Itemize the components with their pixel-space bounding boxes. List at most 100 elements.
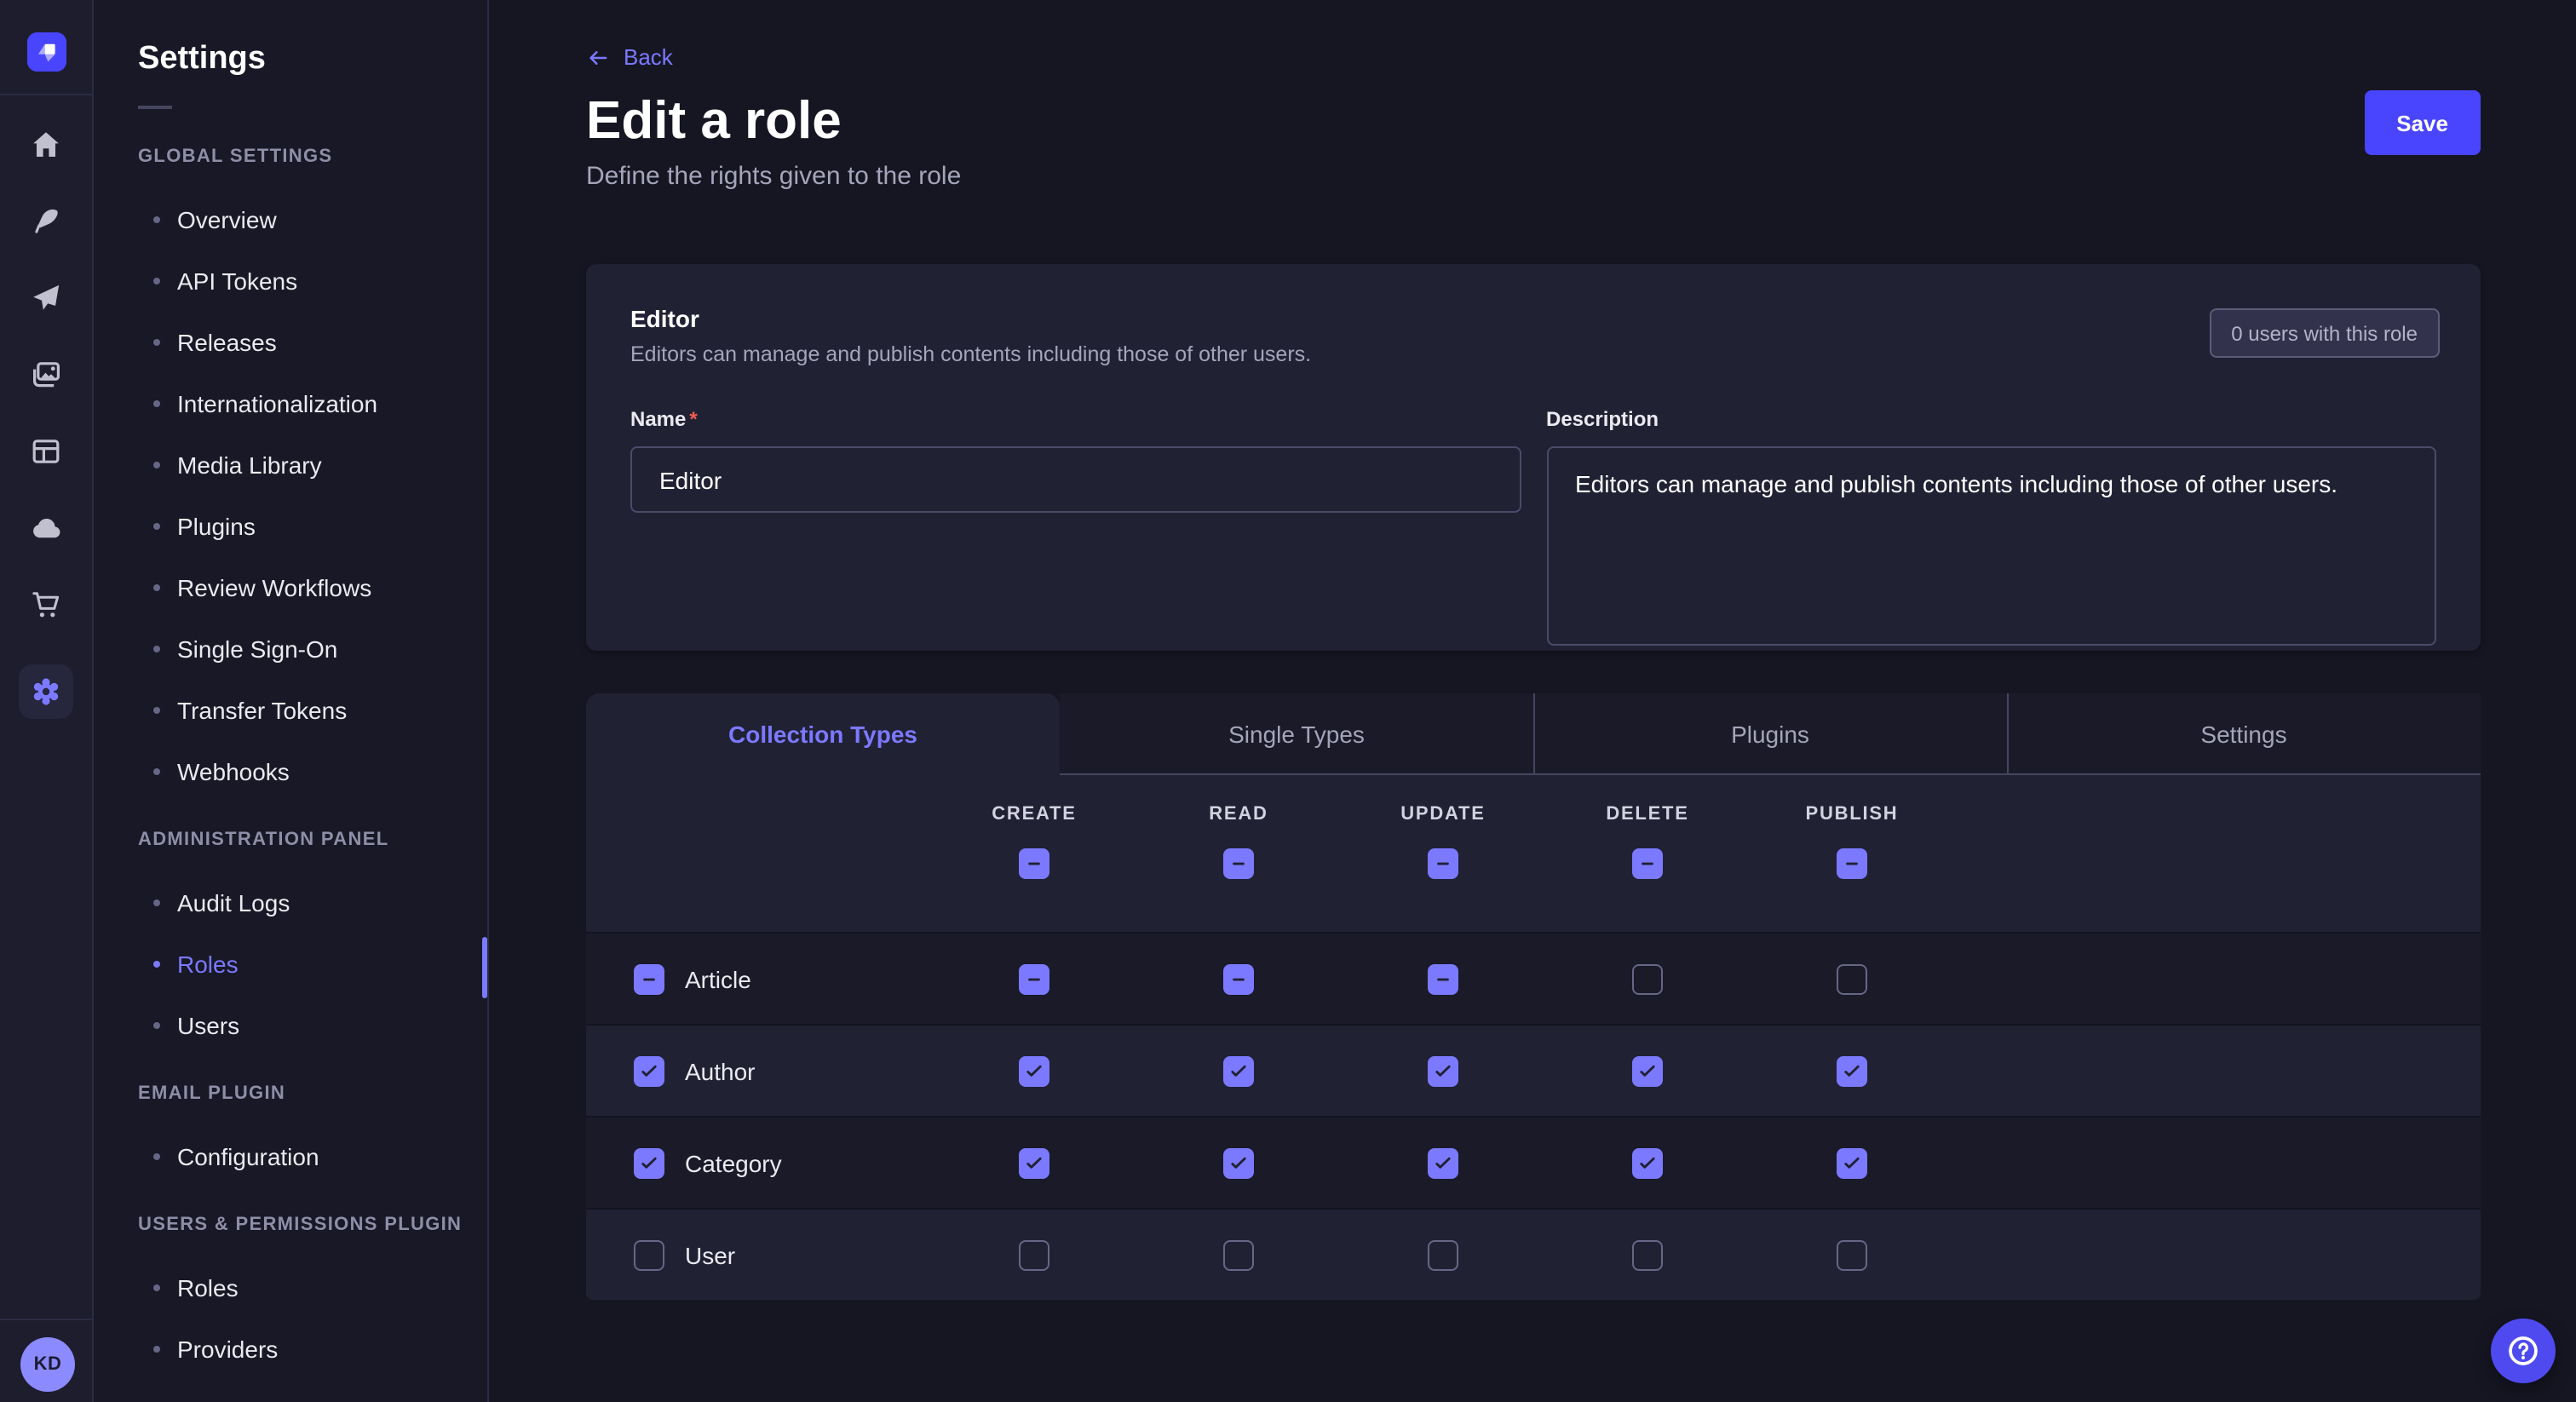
permission-cell — [1750, 1055, 1954, 1086]
sidebar-item-roles[interactable]: Roles — [94, 934, 487, 995]
checkbox-article-delete[interactable] — [1632, 963, 1663, 994]
sidebar-item-webhooks[interactable]: Webhooks — [94, 741, 487, 802]
name-input[interactable] — [630, 446, 1521, 513]
checkbox-row-article[interactable] — [634, 963, 664, 994]
nav-item-media-library[interactable] — [29, 358, 63, 392]
nav-item-gear[interactable] — [19, 664, 73, 719]
nav-section-label: ADMINISTRATION PANEL — [94, 830, 487, 852]
checkbox-user-publish[interactable] — [1837, 1239, 1867, 1270]
sidebar-item-plugins[interactable]: Plugins — [94, 496, 487, 557]
nav-item-feather[interactable] — [29, 204, 63, 238]
checkbox-category-create[interactable] — [1019, 1147, 1049, 1178]
nav-item-layout[interactable] — [29, 434, 63, 468]
tab-single-types[interactable]: Single Types — [1060, 693, 1533, 775]
sidebar-item-label: Overview — [177, 206, 277, 233]
help-button[interactable] — [2491, 1319, 2556, 1383]
sidebar-item-transfer-tokens[interactable]: Transfer Tokens — [94, 680, 487, 741]
sidebar-item-api-tokens[interactable]: API Tokens — [94, 250, 487, 312]
sidebar-item-media-library[interactable]: Media Library — [94, 434, 487, 496]
description-textarea[interactable]: Editors can manage and publish contents … — [1546, 446, 2436, 646]
bullet-icon — [153, 646, 160, 652]
sidebar-item-label: Providers — [177, 1336, 278, 1363]
paper-plane-icon — [29, 281, 63, 315]
checkbox-user-read[interactable] — [1223, 1239, 1254, 1270]
checkbox-author-update[interactable] — [1428, 1055, 1458, 1086]
checkbox-article-publish[interactable] — [1837, 963, 1867, 994]
avatar[interactable]: KD — [20, 1337, 75, 1392]
checkbox-user-delete[interactable] — [1632, 1239, 1663, 1270]
sidebar-item-single-sign-on[interactable]: Single Sign-On — [94, 618, 487, 680]
checkbox-author-read[interactable] — [1223, 1055, 1254, 1086]
description-label: Description — [1546, 407, 2436, 431]
sidebar-item-label: Media Library — [177, 451, 322, 479]
sidebar-item-label: Releases — [177, 329, 277, 356]
checkbox-category-delete[interactable] — [1632, 1147, 1663, 1178]
checkbox-all-publish[interactable] — [1837, 848, 1867, 879]
checkbox-category-publish[interactable] — [1837, 1147, 1867, 1178]
nav-item-paper-plane[interactable] — [29, 281, 63, 315]
checkbox-article-update[interactable] — [1428, 963, 1458, 994]
row-label: Category — [685, 1149, 782, 1176]
tab-collection-types[interactable]: Collection Types — [586, 693, 1060, 775]
row-header: Category — [586, 1147, 932, 1178]
nav-item-list: Configuration — [94, 1126, 487, 1187]
bullet-icon — [153, 899, 160, 906]
checkbox-article-read[interactable] — [1223, 963, 1254, 994]
bullet-icon — [153, 339, 160, 346]
checkbox-all-delete[interactable] — [1632, 848, 1663, 879]
strapi-logo[interactable] — [27, 32, 66, 72]
permission-cell — [1545, 1055, 1750, 1086]
permission-cell — [1341, 1147, 1545, 1178]
page-header: Edit a role Define the rights given to t… — [586, 90, 2481, 191]
sidebar-item-label: Webhooks — [177, 758, 290, 785]
sidebar-item-overview[interactable]: Overview — [94, 189, 487, 250]
permission-cell — [1750, 1239, 1954, 1270]
permission-cell — [932, 1055, 1136, 1086]
permission-cell — [932, 1239, 1136, 1270]
name-field-group: Name* — [630, 407, 1521, 646]
permission-column-update: UPDATE — [1341, 775, 1545, 932]
nav-section-global-settings: GLOBAL SETTINGSOverviewAPI TokensRelease… — [94, 147, 487, 802]
sidebar-item-providers[interactable]: Providers — [94, 1319, 487, 1380]
checkbox-all-read[interactable] — [1223, 848, 1254, 879]
checkbox-all-create[interactable] — [1019, 848, 1049, 879]
permission-column-delete: DELETE — [1545, 775, 1750, 932]
column-header-label: CREATE — [992, 804, 1076, 825]
tab-plugins[interactable]: Plugins — [1533, 693, 2007, 775]
checkbox-category-update[interactable] — [1428, 1147, 1458, 1178]
sidebar-item-configuration[interactable]: Configuration — [94, 1126, 487, 1187]
role-details-card: Editor Editors can manage and publish co… — [586, 264, 2481, 651]
users-with-role-button[interactable]: 0 users with this role — [2209, 308, 2440, 358]
nav-item-home[interactable] — [29, 128, 63, 162]
nav-item-cloud[interactable] — [29, 511, 63, 545]
cart-icon — [29, 588, 63, 622]
sidebar-item-internationalization[interactable]: Internationalization — [94, 373, 487, 434]
checkbox-author-create[interactable] — [1019, 1055, 1049, 1086]
checkbox-author-publish[interactable] — [1837, 1055, 1867, 1086]
checkbox-author-delete[interactable] — [1632, 1055, 1663, 1086]
checkbox-row-author[interactable] — [634, 1055, 664, 1086]
main-content: Back Edit a role Define the rights given… — [489, 0, 2576, 1402]
bullet-icon — [153, 216, 160, 223]
checkbox-row-user[interactable] — [634, 1239, 664, 1270]
sidebar-item-audit-logs[interactable]: Audit Logs — [94, 872, 487, 934]
nav-item-cart[interactable] — [29, 588, 63, 622]
checkbox-user-update[interactable] — [1428, 1239, 1458, 1270]
bullet-icon — [153, 707, 160, 714]
back-link[interactable]: Back — [586, 44, 673, 70]
sidebar-item-roles[interactable]: Roles — [94, 1257, 487, 1319]
save-button[interactable]: Save — [2364, 90, 2481, 155]
layout-icon — [29, 434, 63, 468]
checkbox-category-read[interactable] — [1223, 1147, 1254, 1178]
checkbox-article-create[interactable] — [1019, 963, 1049, 994]
sidebar-item-releases[interactable]: Releases — [94, 312, 487, 373]
permission-cell — [1545, 1147, 1750, 1178]
checkbox-user-create[interactable] — [1019, 1239, 1049, 1270]
checkbox-row-category[interactable] — [634, 1147, 664, 1178]
sidebar-item-users[interactable]: Users — [94, 995, 487, 1056]
permission-cell — [1136, 1055, 1341, 1086]
tab-settings[interactable]: Settings — [2007, 693, 2481, 775]
checkbox-all-update[interactable] — [1428, 848, 1458, 879]
sidebar-item-review-workflows[interactable]: Review Workflows — [94, 557, 487, 618]
column-header-label: DELETE — [1606, 804, 1688, 825]
